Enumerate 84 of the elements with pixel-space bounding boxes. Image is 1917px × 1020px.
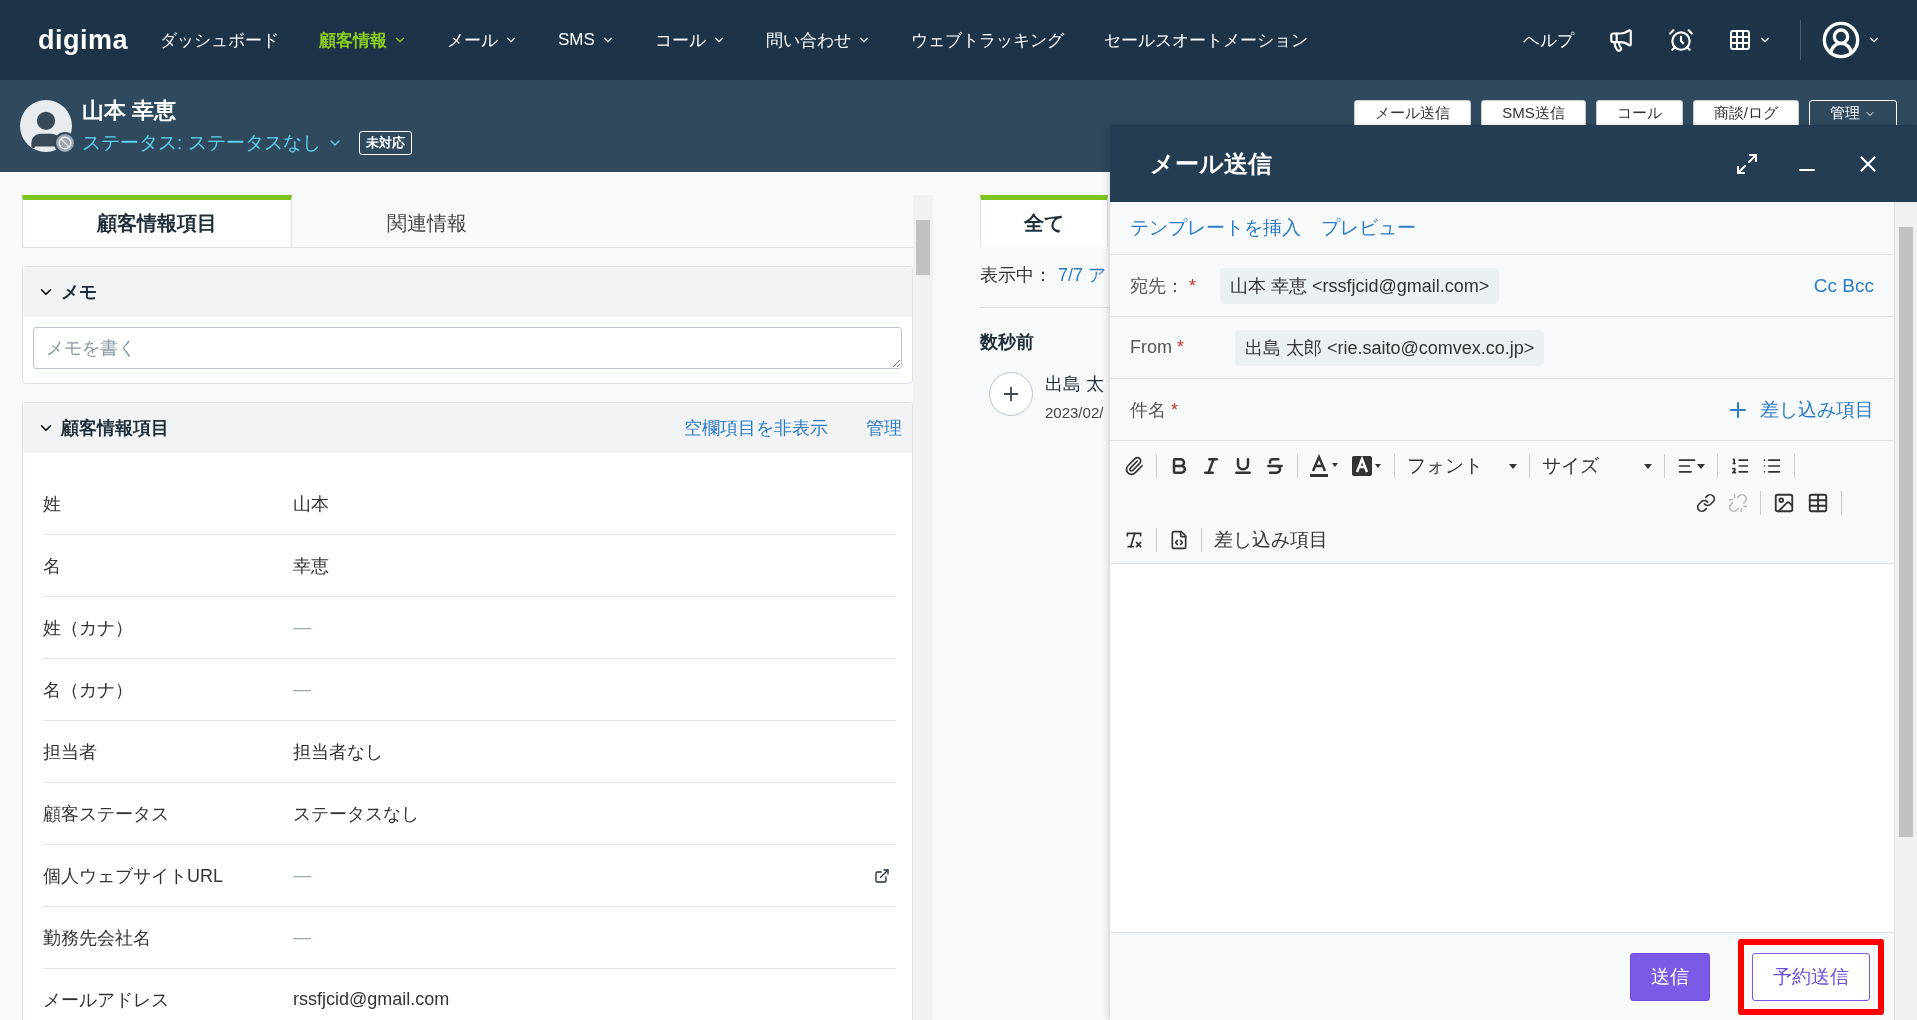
cc-bcc-link[interactable]: Cc Bcc — [1813, 274, 1874, 297]
customer-name: 山本 幸恵 — [82, 97, 178, 125]
link-icon[interactable] — [1696, 493, 1716, 513]
status-badge: 未対応 — [358, 131, 412, 155]
image-icon[interactable] — [1773, 492, 1795, 514]
italic-icon[interactable] — [1201, 456, 1221, 476]
nav-item[interactable]: コール — [654, 28, 726, 52]
field-value: rssfjcid@gmail.com — [293, 989, 450, 1010]
timeline-group-title: 数秒前 — [980, 331, 1034, 354]
highlight-color-icon[interactable] — [1352, 455, 1382, 477]
field-value: 幸恵 — [293, 554, 329, 578]
font-dropdown[interactable]: フォント — [1407, 453, 1517, 479]
section-title: メモ — [61, 281, 97, 304]
expand-button[interactable] — [989, 372, 1033, 416]
user-avatar-icon[interactable] — [1821, 20, 1861, 60]
section-title: 顧客情報項目 — [61, 417, 169, 440]
attach-icon[interactable] — [1124, 456, 1144, 476]
toolbar-link[interactable]: テンプレートを挿入 — [1130, 215, 1301, 241]
toolbar-link[interactable]: プレビュー — [1321, 215, 1416, 241]
insert-field-button[interactable]: 差し込み項目 — [1214, 527, 1328, 553]
memo-field[interactable]: メモを書く — [33, 327, 902, 369]
help-link[interactable]: ヘルプ — [1523, 28, 1574, 52]
clear-format-icon[interactable] — [1124, 530, 1144, 550]
field-value: — — [293, 865, 311, 886]
nav-item[interactable]: メール — [447, 28, 518, 52]
field-label: 顧客ステータス — [43, 802, 170, 826]
insert-field-link[interactable]: 差し込み項目 — [1726, 396, 1874, 423]
text-color-icon[interactable] — [1310, 454, 1340, 478]
logo[interactable]: digima — [38, 24, 128, 56]
alarm-clock-icon[interactable] — [1668, 27, 1694, 53]
field-label: 名（カナ） — [43, 678, 134, 702]
table-icon[interactable] — [1807, 492, 1829, 514]
status-dropdown[interactable]: ステータス: ステータスなし — [82, 130, 343, 156]
nav-item[interactable]: 問い合わせ — [765, 28, 871, 52]
field-label: 担当者 — [43, 740, 98, 764]
customer-avatar — [20, 100, 72, 152]
tab[interactable]: 関連情報 — [292, 195, 562, 247]
nav-item[interactable]: SMS — [558, 30, 615, 50]
external-link-icon[interactable] — [874, 867, 890, 884]
showing-count-link[interactable]: 7/7 ア — [1058, 263, 1107, 287]
section-link[interactable]: 管理 — [866, 416, 902, 440]
numbered-list-icon[interactable] — [1730, 456, 1750, 476]
blocked-icon — [54, 132, 76, 154]
source-code-icon[interactable] — [1169, 530, 1189, 550]
showing-label: 表示中： — [980, 264, 1052, 287]
schedule-send-button[interactable]: 予約送信 — [1752, 952, 1870, 1001]
tab[interactable]: 顧客情報項目 — [22, 195, 292, 247]
strikethrough-icon[interactable] — [1265, 456, 1285, 476]
field-value: ステータスなし — [293, 802, 419, 826]
field-label: 姓（カナ） — [43, 616, 134, 640]
field-label: 名 — [43, 554, 62, 578]
field-label: 宛先： * — [1130, 274, 1198, 298]
underline-icon[interactable] — [1233, 456, 1253, 476]
scrollbar[interactable] — [913, 195, 933, 1020]
panel-title: メール送信 — [1150, 148, 1272, 179]
nav-item[interactable]: 顧客情報 — [319, 28, 407, 52]
timeline-item-title[interactable]: 出島 太 — [1045, 372, 1104, 396]
field-value: 山本 — [293, 492, 329, 516]
field-label: 勤務先会社名 — [43, 926, 152, 950]
align-icon[interactable] — [1677, 456, 1697, 476]
field-label: 姓 — [43, 492, 62, 516]
field-value: — — [293, 679, 311, 700]
bullet-list-icon[interactable] — [1762, 456, 1782, 476]
field-value: — — [293, 927, 311, 948]
nav-item[interactable]: セールスオートメーション — [1103, 28, 1308, 52]
nav-item[interactable]: ダッシュボード — [160, 28, 279, 52]
field-label: 個人ウェブサイトURL — [43, 864, 224, 888]
field-value: 担当者なし — [293, 740, 383, 764]
timeline-item-date: 2023/02/ — [1045, 404, 1104, 421]
megaphone-icon[interactable] — [1608, 27, 1634, 53]
size-dropdown[interactable]: サイズ — [1542, 453, 1652, 479]
field-label: 件名 * — [1130, 398, 1180, 422]
section-link[interactable]: 空欄項目を非表示 — [684, 416, 828, 440]
recipient-chip[interactable]: 山本 幸恵 <rssfjcid@gmail.com> — [1220, 267, 1500, 304]
field-value: — — [293, 617, 311, 638]
field-label: メールアドレス — [43, 988, 170, 1012]
field-label: From * — [1130, 337, 1186, 358]
apps-grid-icon[interactable] — [1728, 28, 1752, 52]
sender-chip[interactable]: 出島 太郎 <rie.saito@comvex.co.jp> — [1235, 329, 1545, 366]
nav-item[interactable]: ウェブトラッキング — [910, 28, 1064, 52]
send-button[interactable]: 送信 — [1630, 952, 1710, 1001]
tab[interactable]: 全て — [980, 195, 1108, 247]
expand-icon[interactable] — [1735, 151, 1759, 176]
scrollbar[interactable] — [1895, 202, 1917, 1020]
